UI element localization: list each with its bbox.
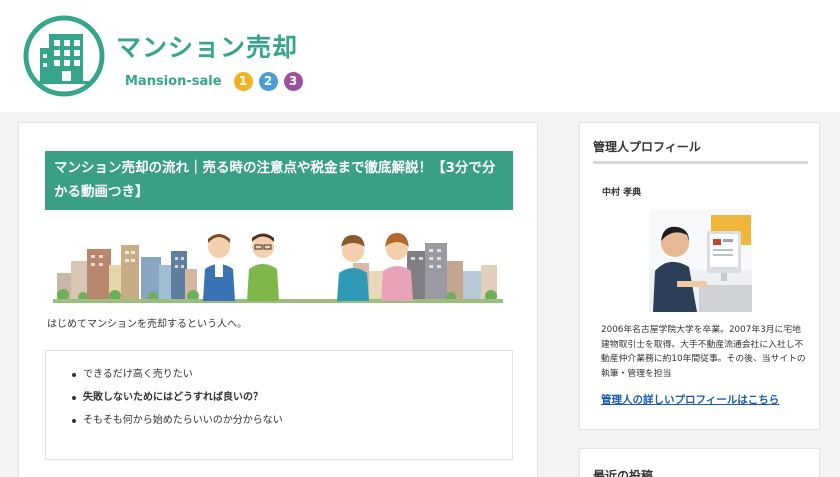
building-logo-icon[interactable] [22,14,106,98]
hero-cityscape-illustration [53,233,503,303]
profile-photo [649,209,752,312]
profile-heading: 管理人プロフィール [593,138,808,164]
site-header: マンション売却 Mansion-sale 1 2 3 [0,0,840,112]
checklist-box: できるだけ高く売りたい 失敗しないためにはどうすれば良いの？ そもそも何から始め… [45,350,513,460]
site-subtitle: Mansion-sale [125,73,222,89]
profile-name: 中村 孝典 [602,188,642,198]
article-title: マンション売却の流れ｜売る時の注意点や税金まで徹底解説！【3分で分かる動画つき】 [45,151,513,210]
checklist-item: できるだけ高く売りたい [72,369,283,381]
checklist-item: 失敗しないためにはどうすれば良いの？ [72,392,283,404]
step-badge-2: 2 [258,71,278,91]
profile-bio: 2006年名古屋学院大学を卒業。2007年3月に宅地建物取引士を取得。大手不動産… [601,325,806,379]
step-badge-3: 3 [283,71,303,91]
profile-widget: 管理人プロフィール 中村 孝典 2006年名古屋学院大学を卒業。2007年3月に… [579,122,820,430]
recent-posts-widget: 最近の投稿 [579,448,820,477]
checklist: できるだけ高く売りたい 失敗しないためにはどうすれば良いの？ そもそも何から始め… [72,369,283,438]
step-badge-1: 1 [233,71,253,91]
profile-detail-link[interactable]: 管理人の詳しいプロフィールはこちら [601,392,779,407]
article-intro: はじめてマンションを売却するという人へ。 [47,319,247,330]
article-card: マンション売却の流れ｜売る時の注意点や税金まで徹底解説！【3分で分かる動画つき】 [18,122,538,477]
recent-posts-heading: 最近の投稿 [593,469,654,477]
site-title[interactable]: マンション売却 [116,28,298,64]
checklist-item: そもそも何から始めたらいいのか分からない [72,415,283,427]
logo-subtitle-row: Mansion-sale 1 2 3 [125,70,303,92]
